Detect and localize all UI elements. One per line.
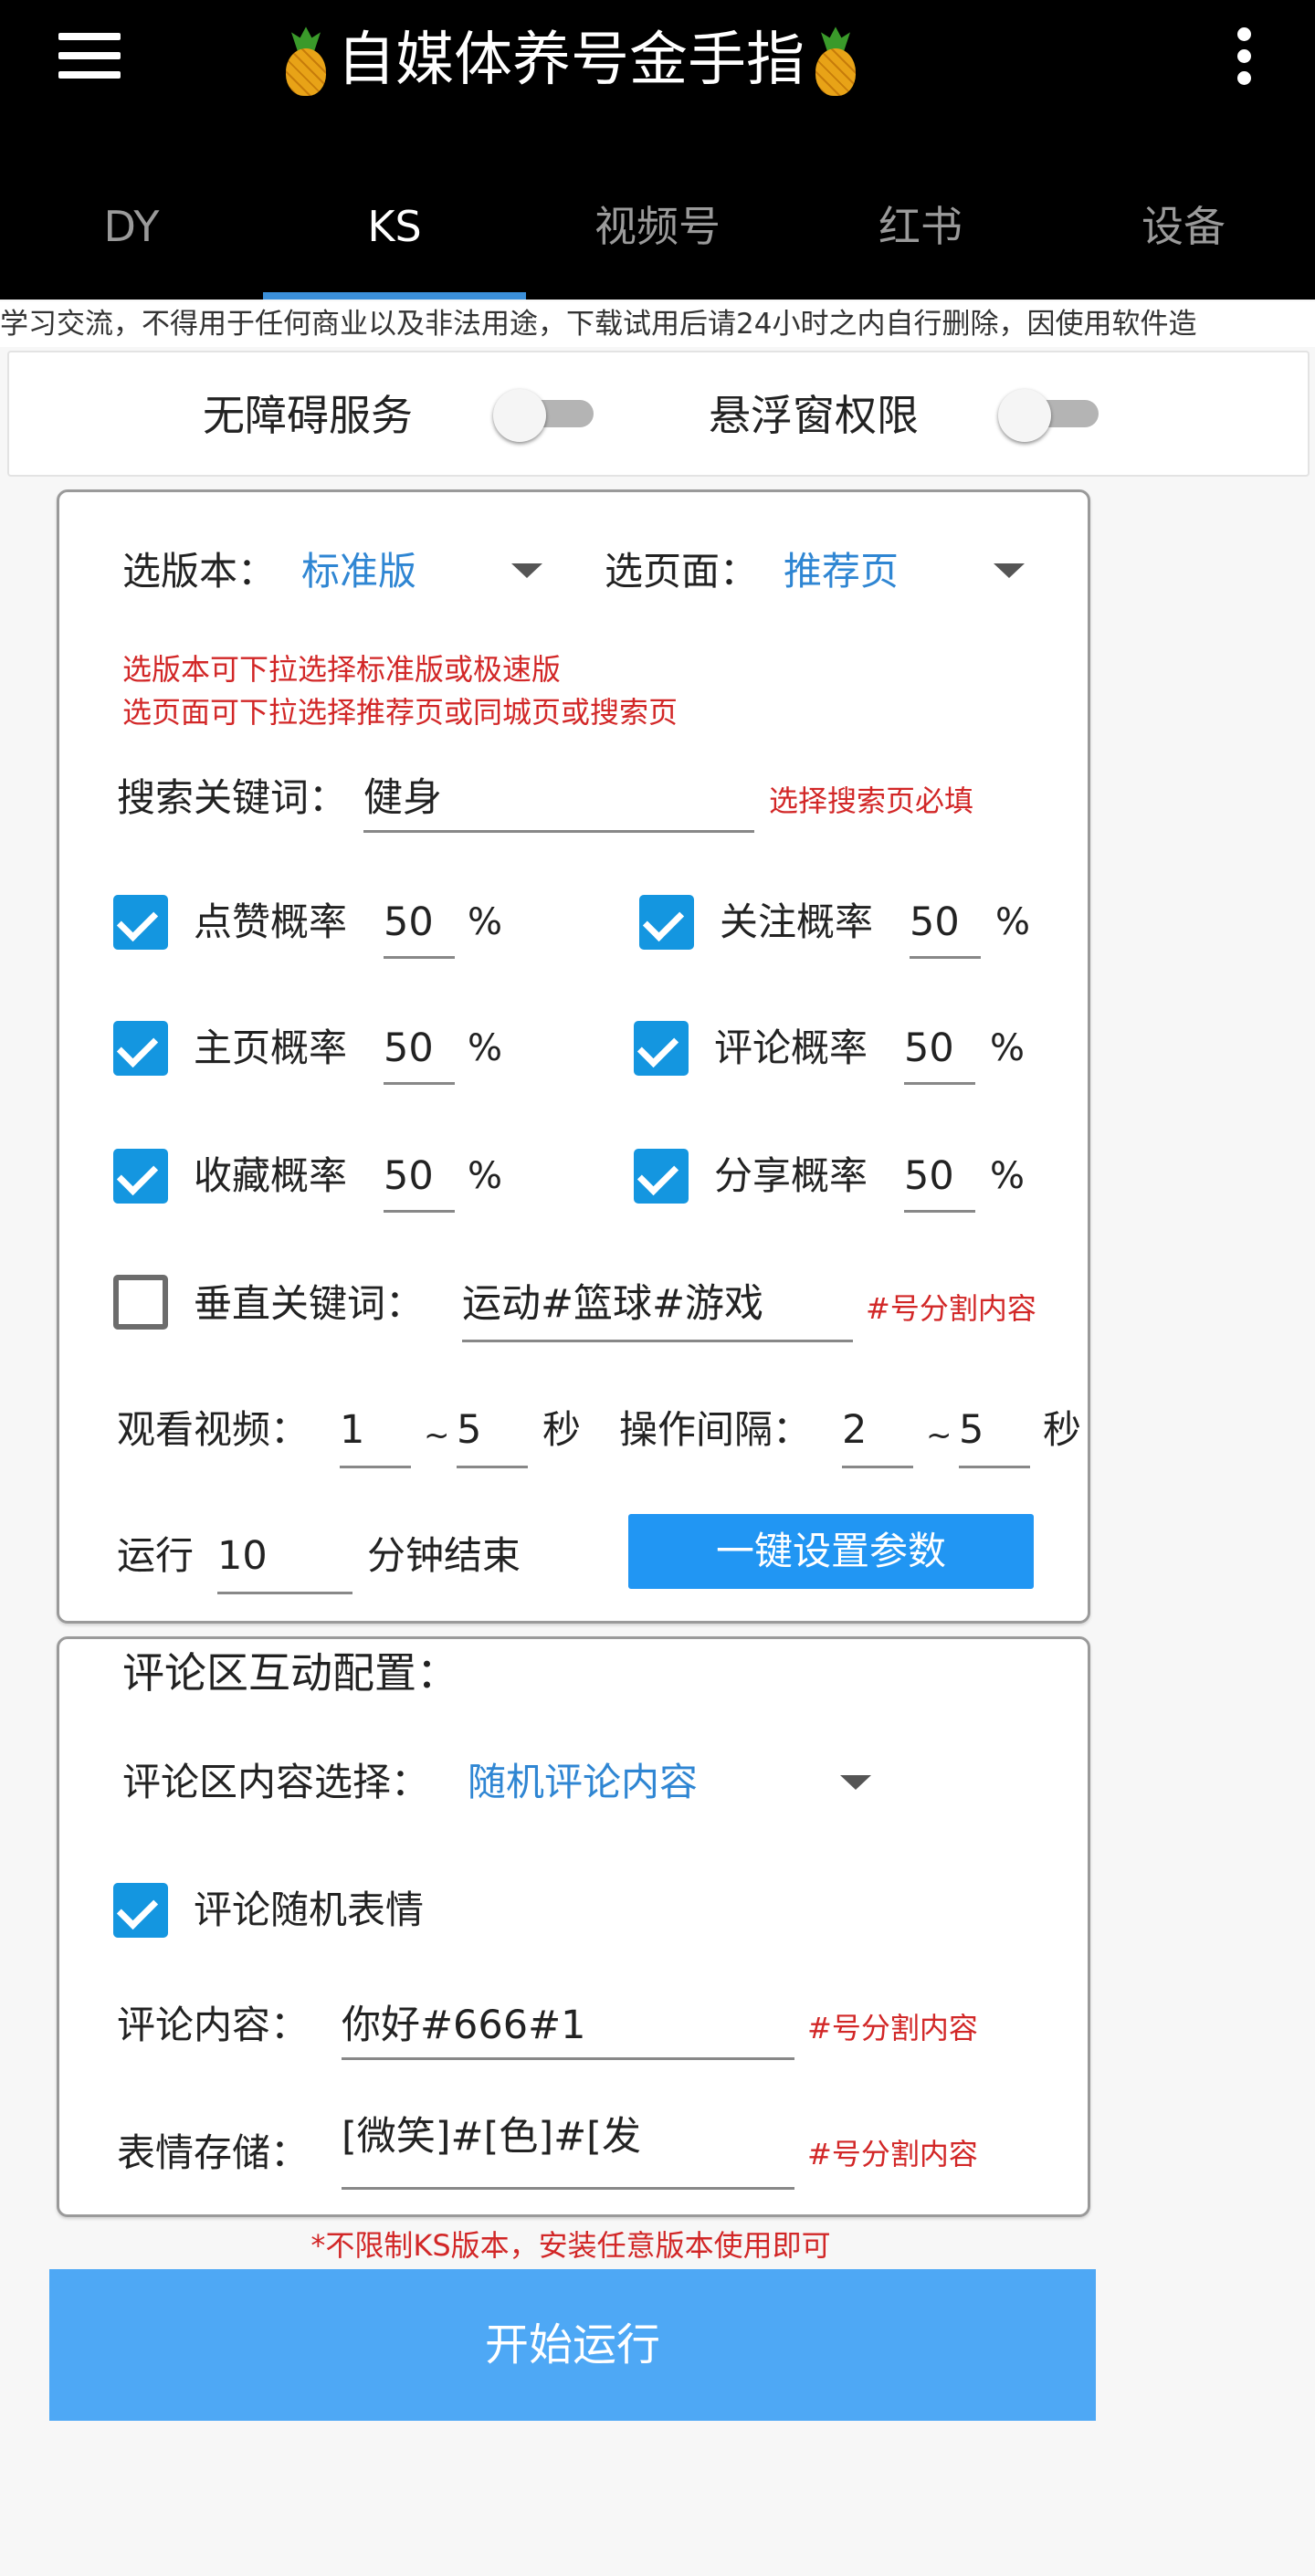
overlay-permission-switch[interactable]: [998, 380, 1100, 446]
chevron-down-icon[interactable]: [511, 563, 542, 578]
tab-redbook[interactable]: 红书: [789, 181, 1052, 272]
version-label: 选版本：: [122, 549, 277, 594]
like-probability-input[interactable]: 50: [384, 893, 455, 959]
app-title-text: 自媒体养号金手指: [337, 26, 805, 94]
range-tilde: ~: [424, 1417, 450, 1454]
vertical-keyword-checkbox[interactable]: [113, 1275, 168, 1330]
homepage-probability-checkbox[interactable]: [113, 1021, 168, 1076]
hint-text: 选页面可下拉选择推荐页或同城页或搜索页: [122, 695, 679, 730]
comment-content-select-label: 评论区内容选择：: [122, 1760, 430, 1804]
watch-min-input[interactable]: 1: [340, 1401, 411, 1468]
homepage-probability-label: 主页概率: [194, 1025, 348, 1070]
tab-indicator: [263, 292, 526, 300]
tab-video[interactable]: 视频号: [526, 181, 789, 272]
follow-probability-label: 关注概率: [720, 899, 874, 944]
percent-sign: %: [990, 1027, 1026, 1069]
search-keyword-input[interactable]: 健身: [363, 769, 754, 833]
tab-dy[interactable]: DY: [0, 181, 263, 272]
tab-ks[interactable]: KS: [263, 181, 526, 272]
chevron-down-icon[interactable]: [994, 563, 1025, 578]
emoji-storage-input[interactable]: [微笑]#[色]#[发: [342, 2108, 794, 2190]
percent-sign: %: [468, 1027, 503, 1069]
percent-sign: %: [468, 901, 503, 943]
favorite-probability-checkbox[interactable]: [113, 1149, 168, 1204]
comment-section-title: 评论区互动配置：: [122, 1648, 458, 1698]
search-keyword-label: 搜索关键词：: [117, 775, 348, 820]
pineapple-icon: [814, 26, 857, 100]
page-label: 选页面：: [605, 549, 759, 594]
run-label: 运行: [117, 1533, 195, 1578]
interval-min-input[interactable]: 2: [842, 1401, 913, 1468]
random-emoji-label: 评论随机表情: [194, 1887, 425, 1932]
emoji-storage-hint: #号分割内容: [807, 2137, 978, 2171]
seconds-unit: 秒: [542, 1407, 582, 1452]
share-probability-input[interactable]: 50: [904, 1147, 975, 1213]
share-probability-label: 分享概率: [714, 1153, 868, 1198]
comment-probability-input[interactable]: 50: [904, 1019, 975, 1085]
accessibility-service-label: 无障碍服务: [203, 391, 413, 440]
interval-max-input[interactable]: 5: [959, 1401, 1030, 1468]
favorite-probability-label: 收藏概率: [194, 1153, 348, 1198]
percent-sign: %: [995, 901, 1031, 943]
comment-content-label: 评论内容：: [117, 2003, 310, 2047]
comment-content-select[interactable]: 随机评论内容: [468, 1753, 698, 1812]
version-select[interactable]: 标准版: [301, 542, 416, 601]
like-probability-checkbox[interactable]: [113, 895, 168, 950]
hint-text: 选版本可下拉选择标准版或极速版: [122, 652, 562, 687]
page-select[interactable]: 推荐页: [784, 542, 899, 601]
run-minutes-input[interactable]: 10: [217, 1527, 352, 1594]
comment-probability-label: 评论概率: [714, 1025, 868, 1070]
percent-sign: %: [468, 1155, 503, 1197]
emoji-storage-label: 表情存储：: [117, 2130, 310, 2175]
favorite-probability-input[interactable]: 50: [384, 1147, 455, 1213]
keyword-hint: 选择搜索页必填: [769, 783, 974, 818]
seconds-unit: 秒: [1043, 1407, 1082, 1452]
overlay-permission-label: 悬浮窗权限: [709, 391, 919, 440]
run-minutes-unit: 分钟结束: [367, 1533, 521, 1578]
interval-label: 操作间隔：: [619, 1407, 812, 1452]
start-button[interactable]: 开始运行: [49, 2269, 1096, 2421]
watch-max-input[interactable]: 5: [457, 1401, 528, 1468]
like-probability-label: 点赞概率: [194, 899, 348, 944]
follow-probability-checkbox[interactable]: [639, 895, 694, 950]
random-emoji-checkbox[interactable]: [113, 1883, 168, 1938]
homepage-probability-input[interactable]: 50: [384, 1019, 455, 1085]
watch-video-label: 观看视频：: [117, 1407, 310, 1452]
app-title: 自媒体养号金手指: [0, 20, 1141, 100]
range-tilde: ~: [926, 1417, 952, 1454]
comment-content-input[interactable]: 你好#666#1: [342, 1996, 794, 2060]
accessibility-service-switch[interactable]: [493, 380, 595, 446]
version-note: *不限制KS版本，安装任意版本使用即可: [310, 2228, 831, 2263]
chevron-down-icon[interactable]: [840, 1775, 871, 1790]
share-probability-checkbox[interactable]: [634, 1149, 689, 1204]
follow-probability-input[interactable]: 50: [910, 893, 981, 959]
vertical-keyword-label: 垂直关键词：: [194, 1281, 425, 1326]
tab-device[interactable]: 设备: [1052, 181, 1315, 272]
comment-content-hint: #号分割内容: [807, 2011, 978, 2045]
percent-sign: %: [990, 1155, 1026, 1197]
vertical-keyword-hint: #号分割内容: [866, 1291, 1036, 1326]
comment-probability-checkbox[interactable]: [634, 1021, 689, 1076]
pineapple-icon: [284, 26, 328, 100]
more-vertical-icon[interactable]: [1235, 27, 1255, 86]
preset-parameters-button[interactable]: 一键设置参数: [628, 1514, 1034, 1589]
vertical-keyword-input[interactable]: 运动#篮球#游戏: [462, 1275, 853, 1342]
disclaimer-marquee: 学习交流，不得用于任何商业以及非法用途，下载试用后请24小时之内自行删除，因使用…: [0, 301, 1315, 347]
